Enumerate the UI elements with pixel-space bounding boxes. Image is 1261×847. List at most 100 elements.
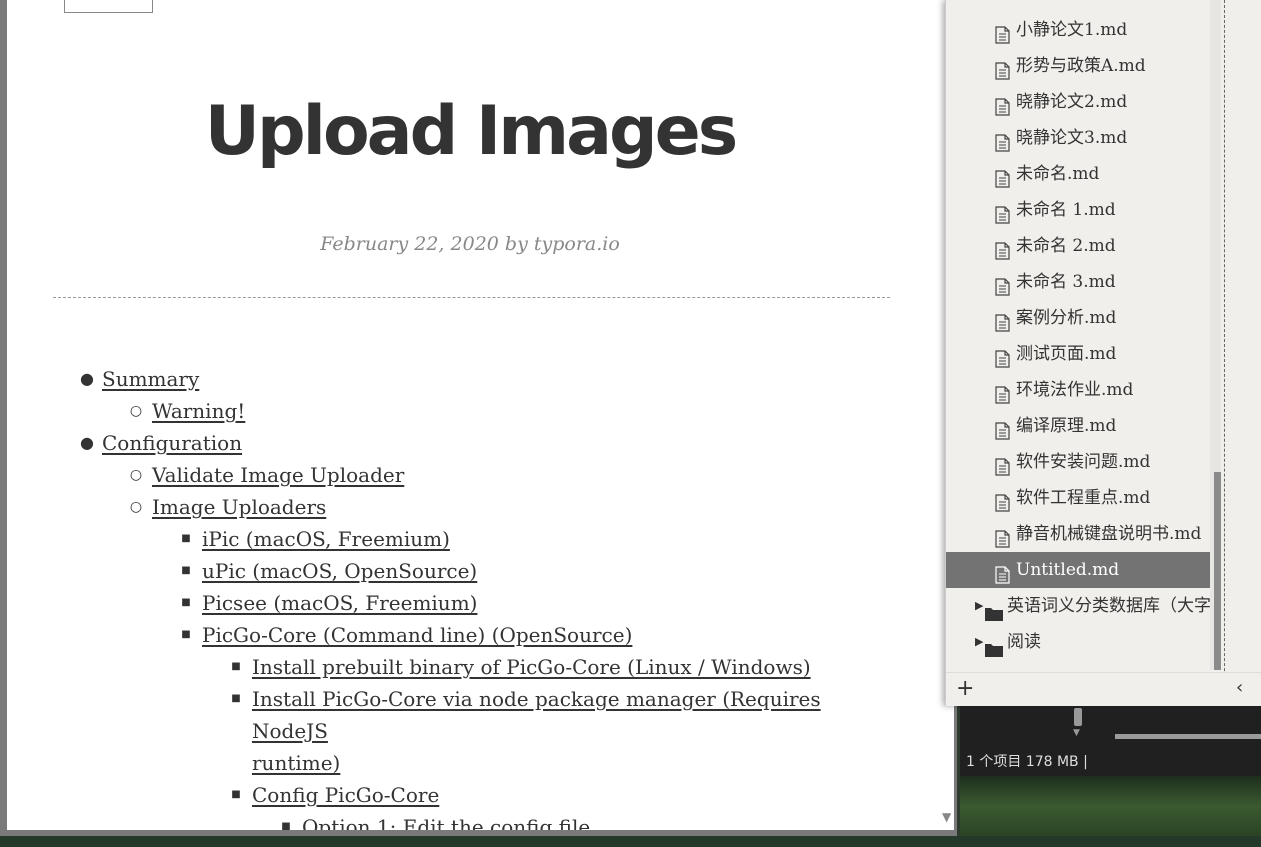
folder-name: 阅读 [1007,632,1041,652]
toc-link[interactable]: uPic (macOS, OpenSource) [202,559,477,583]
caret-right-icon[interactable]: ▶ [975,588,983,624]
document-icon [995,489,1010,516]
toc-link[interactable]: Validate Image Uploader [152,463,404,487]
file-name: 未命名 1.md [1016,200,1116,220]
post-meta: February 22, 2020 by typora.io [320,233,620,255]
explorer-status-text: 1 个项目 178 MB | [966,754,1088,770]
document-icon [995,129,1010,156]
document-icon [995,417,1010,444]
toc-link[interactable]: Config PicGo-Core [252,783,439,807]
editor-window: Upload Images February 22, 2020 by typor… [0,0,957,836]
file-item[interactable]: 未命名 3.md [946,264,1210,300]
toc-item: ■ PicGo-Core (Command line) (OpenSource) [53,619,893,651]
document-icon [995,309,1010,336]
file-item[interactable]: 测试页面.md [946,336,1210,372]
toc-link[interactable]: Summary [102,367,199,391]
toc-link[interactable]: Install PicGo-Core via node package mana… [252,687,821,743]
document-icon [995,201,1010,228]
toc-link[interactable]: runtime) [252,751,340,775]
file-tree-panel: 小静论文1.md 形势与政策A.md 晓静论文2.md 晓静论文3.md 未命名.md 未… [945,0,1261,706]
file-item[interactable]: 形势与政策A.md [946,48,1210,84]
list-bullet: ■ [231,693,241,704]
table-of-contents: ● Summary ○ Warning! ● Configuration ○ Validate… [53,363,893,830]
file-name: 测试页面.md [1016,344,1117,364]
explorer-slider[interactable] [1115,734,1261,739]
document-icon [995,381,1010,408]
panel-divider[interactable] [1224,0,1225,706]
file-item[interactable]: 晓静论文3.md [946,120,1210,156]
file-name: 编译原理.md [1016,416,1117,436]
scroll-down-icon[interactable]: ▼ [942,810,951,824]
folder-name: 英语词义分类数据库（大字 [1007,596,1210,616]
folder-item[interactable]: ▶ 英语词义分类数据库（大字 [946,588,1210,624]
file-item[interactable]: 软件安装问题.md [946,444,1210,480]
toc-item: ■ Install prebuilt binary of PicGo-Core (… [53,651,893,683]
toc-item: ● Configuration [53,427,893,459]
taskbar [0,836,1261,847]
document-icon [995,165,1010,192]
list-bullet: ○ [129,467,143,483]
list-bullet: ■ [231,661,241,672]
toc-item: ■ Picsee (macOS, Freemium) [53,587,893,619]
document-icon [995,453,1010,480]
document-icon [995,561,1010,588]
file-item[interactable]: 未命名 2.md [946,228,1210,264]
file-item[interactable]: 静音机械键盘说明书.md [946,516,1210,552]
list-bullet: ■ [181,629,191,640]
list-bullet: ○ [129,403,143,419]
toc-item: ● Summary [53,363,893,395]
list-bullet: ● [80,433,94,452]
desktop-wallpaper [960,776,1261,836]
toc-link[interactable]: iPic (macOS, Freemium) [202,527,450,551]
file-item[interactable]: 编译原理.md [946,408,1210,444]
collapse-sidebar-button[interactable]: ‹ [1236,677,1243,698]
list-bullet: ■ [231,789,241,800]
document-icon [995,525,1010,552]
toc-item: ■ Install PicGo-Core via node package man… [53,683,893,747]
toc-link[interactable]: Option 1: Edit the config file [302,815,590,830]
file-name: 晓静论文2.md [1016,92,1128,112]
explorer-zoom-knob[interactable] [1074,708,1082,726]
toc-link[interactable]: Install prebuilt binary of PicGo-Core (L… [252,655,811,679]
file-item[interactable]: 未命名.md [946,156,1210,192]
toc-item: ■ iPic (macOS, Freemium) [53,523,893,555]
toc-link[interactable]: Warning! [152,399,245,423]
document-icon [995,93,1010,120]
list-bullet: ○ [129,499,143,515]
toc-link[interactable]: Picsee (macOS, Freemium) [202,591,477,615]
file-name: 软件工程重点.md [1016,488,1151,508]
divider [53,297,890,298]
file-item[interactable]: 小静论文1.md [946,12,1210,48]
folder-icon [985,598,1003,624]
toc-item: runtime) [53,747,893,779]
add-file-button[interactable]: + [956,676,974,701]
file-name: 小静论文1.md [1016,20,1128,40]
image-placeholder [64,0,153,13]
file-item[interactable]: 软件工程重点.md [946,480,1210,516]
file-name: 形势与政策A.md [1016,56,1146,76]
file-item-active[interactable]: Untitled.md [946,552,1210,588]
folder-item[interactable]: ▶ 阅读 [946,624,1210,660]
toc-link[interactable]: Configuration [102,431,242,455]
tree-scrollbar-thumb[interactable] [1214,472,1221,670]
list-bullet: ■ [281,821,291,830]
document-icon [995,345,1010,372]
toc-link[interactable]: Image Uploaders [152,495,326,519]
file-item[interactable]: 晓静论文2.md [946,84,1210,120]
file-name: 案例分析.md [1016,308,1117,328]
document-icon [995,237,1010,264]
toc-item: ■ Config PicGo-Core [53,779,893,811]
file-item[interactable]: 环境法作业.md [946,372,1210,408]
caret-right-icon[interactable]: ▶ [975,624,983,660]
document-page[interactable]: Upload Images February 22, 2020 by typor… [7,0,954,830]
list-bullet: ■ [181,565,191,576]
file-name: 未命名 2.md [1016,236,1116,256]
list-bullet: ■ [181,597,191,608]
list-bullet: ■ [181,533,191,544]
file-name: 软件安装问题.md [1016,452,1151,472]
list-bullet: ● [80,369,94,388]
toc-link[interactable]: PicGo-Core (Command line) (OpenSource) [202,623,632,647]
file-item[interactable]: 案例分析.md [946,300,1210,336]
file-item[interactable]: 未命名 1.md [946,192,1210,228]
tree-footer: + ‹ [946,672,1261,706]
